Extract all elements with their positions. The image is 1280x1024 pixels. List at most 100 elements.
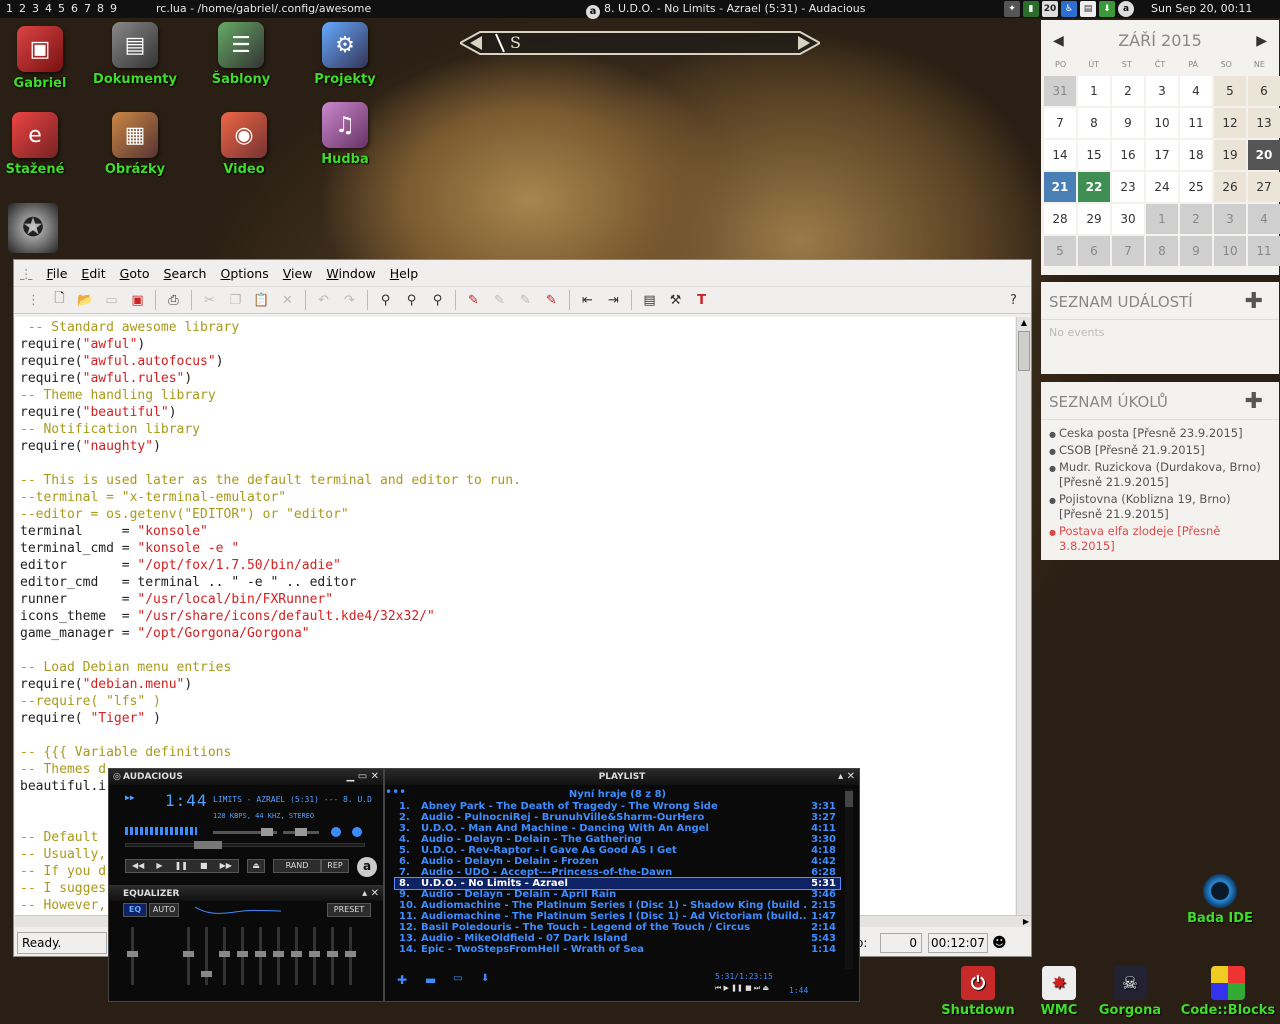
shift-left-icon[interactable]: ⇤ (576, 289, 599, 311)
notes-icon[interactable]: ▤ (1080, 1, 1096, 17)
desktop-icon-projekty[interactable]: ⚙ Projekty (300, 22, 390, 87)
calendar-day[interactable]: 16 (1112, 140, 1144, 170)
calendar-day[interactable]: 11 (1180, 108, 1212, 138)
eject-icon[interactable]: ⏏ (247, 859, 265, 873)
menu-options[interactable]: Options (220, 266, 268, 281)
calendar-day[interactable]: 9 (1112, 108, 1144, 138)
calendar-day[interactable]: 2 (1180, 204, 1212, 234)
menu-window[interactable]: Window (326, 266, 375, 281)
desktop-icon-stazene[interactable]: e Stažené (0, 112, 80, 177)
calendar-day[interactable]: 9 (1180, 236, 1212, 266)
calendar-day[interactable]: 26 (1214, 172, 1246, 202)
eq-band-slider[interactable] (255, 927, 266, 985)
calendar-day[interactable]: 21 (1044, 172, 1076, 202)
battery-icon[interactable]: ▮ (1023, 1, 1039, 17)
calendar-day[interactable]: 15 (1078, 140, 1110, 170)
save-icon[interactable]: ▭ (100, 289, 123, 311)
eq-band-slider[interactable] (309, 927, 320, 985)
eq-band-slider[interactable] (273, 927, 284, 985)
calendar-day[interactable]: 19 (1214, 140, 1246, 170)
calendar-day[interactable]: 8 (1078, 108, 1110, 138)
eq-band-slider[interactable] (127, 927, 138, 985)
find-prev-icon[interactable]: ⚲ (426, 289, 449, 311)
playlist-scroll-thumb[interactable] (845, 791, 853, 807)
eq-on-button[interactable]: EQ (123, 903, 147, 917)
tag-3[interactable]: 3 (32, 2, 39, 15)
calendar-day[interactable]: 30 (1112, 204, 1144, 234)
audacious-menu-icon[interactable]: ◎ (113, 769, 121, 785)
playlist-row[interactable]: 3. U.D.O. - Man And Machine - Dancing Wit… (395, 823, 840, 834)
bookmark-clear-icon[interactable]: ✎ (540, 289, 563, 311)
playlist-row[interactable]: 5. U.D.O. - Rev-Raptor - I Gave As Good A… (395, 845, 840, 856)
shuffle-button[interactable]: RAND (273, 859, 321, 873)
playlist-row[interactable]: 4. Audio - Delayn - Delain - The Gatherin… (395, 834, 840, 845)
calendar-day[interactable]: 11 (1248, 236, 1280, 266)
playlist-row[interactable]: 8. U.D.O. - No Limits - Azrael 5:31 (394, 877, 841, 890)
playlist-row[interactable]: 2. Audio - PulnocniRej - BrunuhVille&Shar… (395, 812, 840, 823)
select-icon[interactable]: ▭ (453, 973, 473, 989)
eq-preset-button[interactable]: PRESET (327, 903, 371, 917)
playlist-row[interactable]: 1. Abney Park - The Death of Tragedy - Th… (395, 801, 840, 812)
find-icon[interactable]: ⚲ (374, 289, 397, 311)
menu-goto[interactable]: Goto (120, 266, 150, 281)
player-titlebar[interactable]: ◎ AUDACIOUS ▁ ▭ ✕ (109, 769, 383, 785)
now-playing[interactable]: a 8. U.D.O. - No Limits - Azrael (5:31) -… (586, 2, 865, 19)
calendar-day[interactable]: 28 (1044, 204, 1076, 234)
desktop-icon-gabriel[interactable]: ▣ Gabriel (0, 26, 85, 91)
eq-window-controls[interactable]: ▴ ✕ (362, 886, 379, 902)
accessibility-icon[interactable]: ♿ (1061, 1, 1077, 17)
tag-8[interactable]: 8 (97, 2, 104, 15)
eq-band-slider[interactable] (345, 927, 356, 985)
calendar-day[interactable]: 5 (1044, 236, 1076, 266)
desktop-icon-obrazky[interactable]: ▦ Obrázky (90, 112, 180, 177)
calendar-day[interactable]: 4 (1248, 204, 1280, 234)
calendar-day[interactable]: 27 (1248, 172, 1280, 202)
calendar-day[interactable]: 5 (1214, 76, 1246, 106)
eq-auto-button[interactable]: AUTO (149, 903, 179, 917)
vertical-scrollbar[interactable]: ▲ (1016, 317, 1031, 915)
calendar-day[interactable]: 17 (1146, 140, 1178, 170)
tag-5[interactable]: 5 (58, 2, 65, 15)
focused-window-title[interactable]: rc.lua - /home/gabriel/.config/awesome (156, 2, 371, 15)
calendar-day[interactable]: 1 (1078, 76, 1110, 106)
desktop-icon-hudba[interactable]: ♫ Hudba (300, 102, 390, 167)
find-next-icon[interactable]: ⚲ (400, 289, 423, 311)
shift-right-icon[interactable]: ⇥ (602, 289, 625, 311)
tag-1[interactable]: 1 (6, 2, 13, 15)
calendar-day[interactable]: 13 (1248, 108, 1280, 138)
undo-icon[interactable]: ↶ (312, 289, 335, 311)
calendar-day[interactable]: 18 (1180, 140, 1212, 170)
update-icon[interactable]: ⬇ (1099, 1, 1115, 17)
eq-band-slider[interactable] (219, 927, 230, 985)
pentagram-icon[interactable]: ✪ (8, 203, 58, 253)
playlist-row[interactable]: 13. Audio - MikeOldfield - 07 Dark Island… (395, 933, 840, 944)
stop-icon[interactable]: ■ (200, 860, 208, 872)
repeat-button[interactable]: REP (321, 859, 349, 873)
calendar-day[interactable]: 14 (1044, 140, 1076, 170)
calendar-day[interactable]: 23 (1112, 172, 1144, 202)
desktop-icon-dokumenty[interactable]: ▤ Dokumenty (90, 22, 180, 87)
play-icon[interactable]: ▶ (156, 860, 162, 872)
pause-icon[interactable]: ❚❚ (175, 860, 188, 872)
open-folder-icon[interactable]: 📂 (74, 289, 97, 311)
delete-icon[interactable]: ✕ (276, 289, 299, 311)
eq-band-slider[interactable] (291, 927, 302, 985)
tag-4[interactable]: 4 (45, 2, 52, 15)
playlist-row[interactable]: 12. Basil Poledouris - The Touch - Legend… (395, 922, 840, 933)
calendar-day[interactable]: 8 (1146, 236, 1178, 266)
desktop-icon-sablony[interactable]: ☰ Šablony (196, 22, 286, 87)
dock-wmc[interactable]: ✸ WMC (1026, 966, 1092, 1018)
equalizer-titlebar[interactable]: EQUALIZER ▴ ✕ (109, 885, 383, 901)
task-item-overdue[interactable]: Postava elfa zlodeje [Přesně 3.8.2015] (1047, 524, 1271, 554)
calendar-day[interactable]: 10 (1146, 108, 1178, 138)
calendar-day[interactable]: 24 (1146, 172, 1178, 202)
next-month-button[interactable]: ▶ (1256, 20, 1267, 62)
tag-7[interactable]: 7 (84, 2, 91, 15)
tag-9[interactable]: 9 (110, 2, 117, 15)
menu-view[interactable]: View (283, 266, 313, 281)
add-task-button[interactable]: ✚ (1245, 382, 1263, 422)
dock-gorgona[interactable]: ☠ Gorgona (1094, 966, 1166, 1018)
menu-help[interactable]: Help (390, 266, 419, 281)
eq-toggle-icon[interactable] (331, 827, 341, 837)
calendar-tray-icon[interactable]: 20 (1042, 1, 1058, 17)
